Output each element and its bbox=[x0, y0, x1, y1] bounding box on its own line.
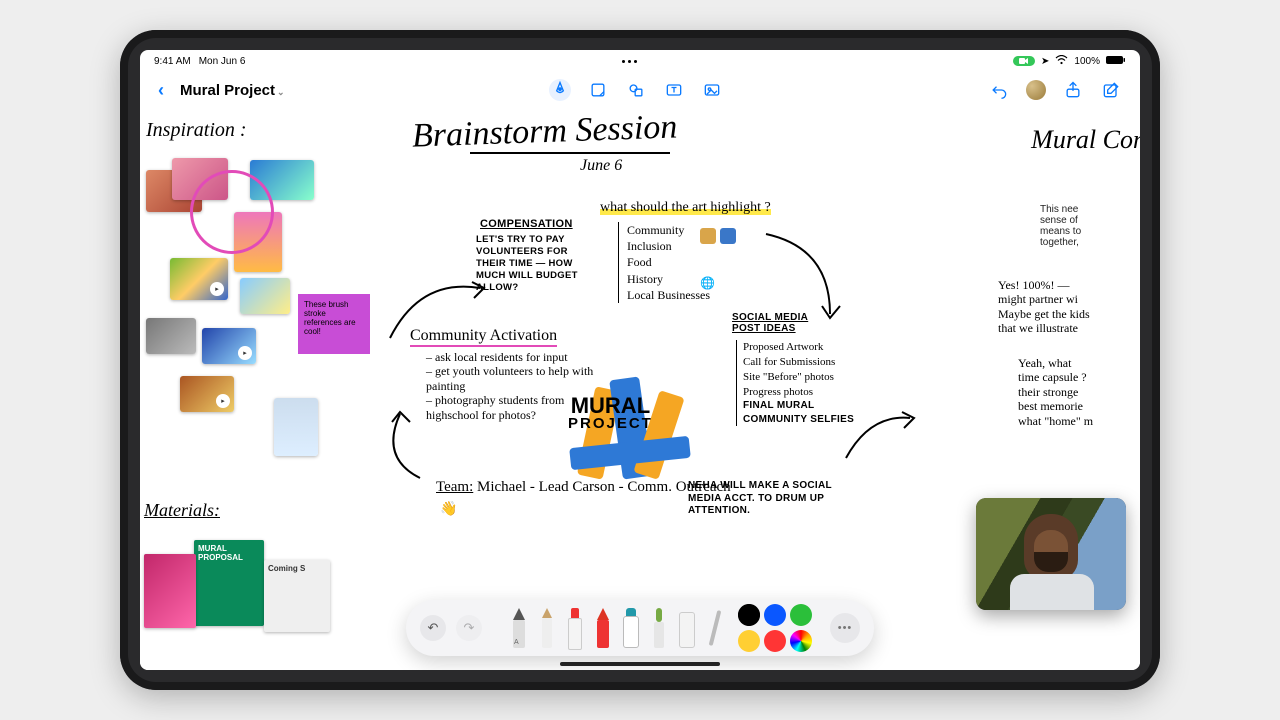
pen-tip-icon[interactable] bbox=[549, 79, 571, 101]
heading-materials: Materials: bbox=[144, 500, 220, 522]
tool-crayon[interactable] bbox=[594, 608, 612, 648]
thumb-photo[interactable] bbox=[274, 398, 318, 456]
hand-emoji: 👋 bbox=[440, 500, 457, 517]
text-right-para: This nee sense of means to together, bbox=[1040, 204, 1136, 248]
heading-compensation: COMPENSATION bbox=[480, 218, 573, 230]
status-date: Mon Jun 6 bbox=[199, 56, 246, 67]
thumb-video[interactable]: ▸ bbox=[202, 328, 256, 364]
swatch-yellow[interactable] bbox=[738, 630, 760, 652]
facetime-pill[interactable] bbox=[1013, 56, 1035, 66]
swatch-rainbow[interactable] bbox=[790, 630, 812, 652]
heading-inspiration: Inspiration : bbox=[146, 118, 247, 142]
heading-team: Team: Michael - Lead Carson - Comm. Outr… bbox=[436, 478, 731, 496]
book-coming[interactable]: Coming S bbox=[264, 560, 330, 632]
tool-paint[interactable] bbox=[622, 608, 640, 648]
thumb-video[interactable]: ▸ bbox=[170, 258, 228, 300]
tool-pencil[interactable] bbox=[538, 608, 556, 648]
text-neha: NEHA WILL MAKE A SOCIAL MEDIA ACCT. TO D… bbox=[688, 480, 848, 518]
arrow-sketch bbox=[840, 408, 920, 478]
text-right-yeah: Yeah, what time capsule ? their stronge … bbox=[1018, 356, 1138, 428]
board-title[interactable]: Mural Project⌄ bbox=[180, 82, 285, 99]
thumb-video[interactable]: ▸ bbox=[180, 376, 234, 412]
swatch-green[interactable] bbox=[790, 604, 812, 626]
share-icon[interactable] bbox=[1062, 79, 1084, 101]
text-right-yes: Yes! 100%! — might partner wi Maybe get … bbox=[998, 278, 1138, 336]
dock-more-button[interactable]: ••• bbox=[830, 613, 860, 643]
play-icon: ▸ bbox=[238, 346, 252, 360]
thumb-photo[interactable] bbox=[240, 278, 290, 314]
list-social: Proposed Artwork Call for Submissions Si… bbox=[736, 340, 854, 426]
compose-icon[interactable] bbox=[1100, 79, 1122, 101]
play-icon: ▸ bbox=[216, 394, 230, 408]
undo-icon[interactable] bbox=[988, 79, 1010, 101]
photo-icon[interactable] bbox=[701, 79, 723, 101]
color-swatches bbox=[738, 604, 812, 652]
arrow-sketch bbox=[370, 408, 440, 488]
ipad-frame: 9:41 AM Mon Jun 6 ➤ 100% bbox=[120, 30, 1160, 690]
navbar: ‹ Mural Project⌄ bbox=[140, 72, 1140, 108]
tool-dock: ↶ ↷ A bbox=[406, 600, 874, 656]
board-subtitle: June 6 bbox=[580, 156, 622, 175]
status-time: 9:41 AM bbox=[154, 56, 191, 67]
sticky-note[interactable]: These brush stroke references are cool! bbox=[298, 294, 370, 354]
freeform-canvas[interactable]: Inspiration : ▸ ▸ ▸ These brush stroke r… bbox=[140, 108, 1140, 670]
swatch-black[interactable] bbox=[738, 604, 760, 626]
sticky-note-icon[interactable] bbox=[587, 79, 609, 101]
play-icon: ▸ bbox=[210, 282, 224, 296]
swatch-red[interactable] bbox=[764, 630, 786, 652]
list-highlight: Community Inclusion Food History Local B… bbox=[618, 222, 710, 303]
status-bar: 9:41 AM Mon Jun 6 ➤ 100% bbox=[140, 50, 1140, 72]
dock-undo-button[interactable]: ↶ bbox=[420, 615, 446, 641]
arrow-sketch bbox=[380, 268, 500, 368]
tool-eraser[interactable] bbox=[678, 608, 696, 648]
fist-emoji bbox=[720, 228, 736, 244]
wifi-icon bbox=[1055, 55, 1068, 68]
back-button[interactable]: ‹ bbox=[158, 80, 164, 101]
highlight-circle bbox=[190, 170, 274, 254]
textbox-icon[interactable] bbox=[663, 79, 685, 101]
arrow-sketch bbox=[760, 228, 860, 328]
home-indicator[interactable] bbox=[560, 662, 720, 666]
chevron-down-icon: ⌄ bbox=[277, 87, 285, 97]
globe-emoji: 🌐 bbox=[700, 276, 715, 290]
tool-brush[interactable] bbox=[650, 608, 668, 648]
multitask-dots[interactable] bbox=[622, 60, 637, 63]
facetime-pip[interactable] bbox=[976, 498, 1126, 610]
heading-highlight: what should the art highlight ? bbox=[600, 200, 771, 217]
mural-logo-text: MURAL PROJECT bbox=[568, 396, 653, 431]
board-main-title: Brainstorm Session bbox=[411, 108, 678, 157]
ipad-screen: 9:41 AM Mon Jun 6 ➤ 100% bbox=[140, 50, 1140, 670]
collaborator-avatar[interactable] bbox=[1026, 80, 1046, 100]
thumb-photo[interactable] bbox=[146, 318, 196, 354]
book-mural-proposal[interactable]: MURAL PROPOSAL bbox=[194, 540, 264, 626]
heading-right: Mural Con bbox=[1031, 124, 1140, 155]
dock-redo-button[interactable]: ↷ bbox=[456, 615, 482, 641]
tool-marker[interactable] bbox=[566, 608, 584, 648]
tool-pen[interactable]: A bbox=[510, 608, 528, 648]
battery-icon bbox=[1106, 55, 1126, 68]
title-underline bbox=[470, 152, 670, 154]
swatch-blue[interactable] bbox=[764, 604, 786, 626]
tool-ruler[interactable] bbox=[706, 608, 720, 648]
shapes-icon[interactable] bbox=[625, 79, 647, 101]
fist-emoji bbox=[700, 228, 716, 244]
battery-pct: 100% bbox=[1074, 56, 1100, 67]
location-icon: ➤ bbox=[1041, 56, 1049, 67]
book-art[interactable] bbox=[144, 554, 196, 628]
